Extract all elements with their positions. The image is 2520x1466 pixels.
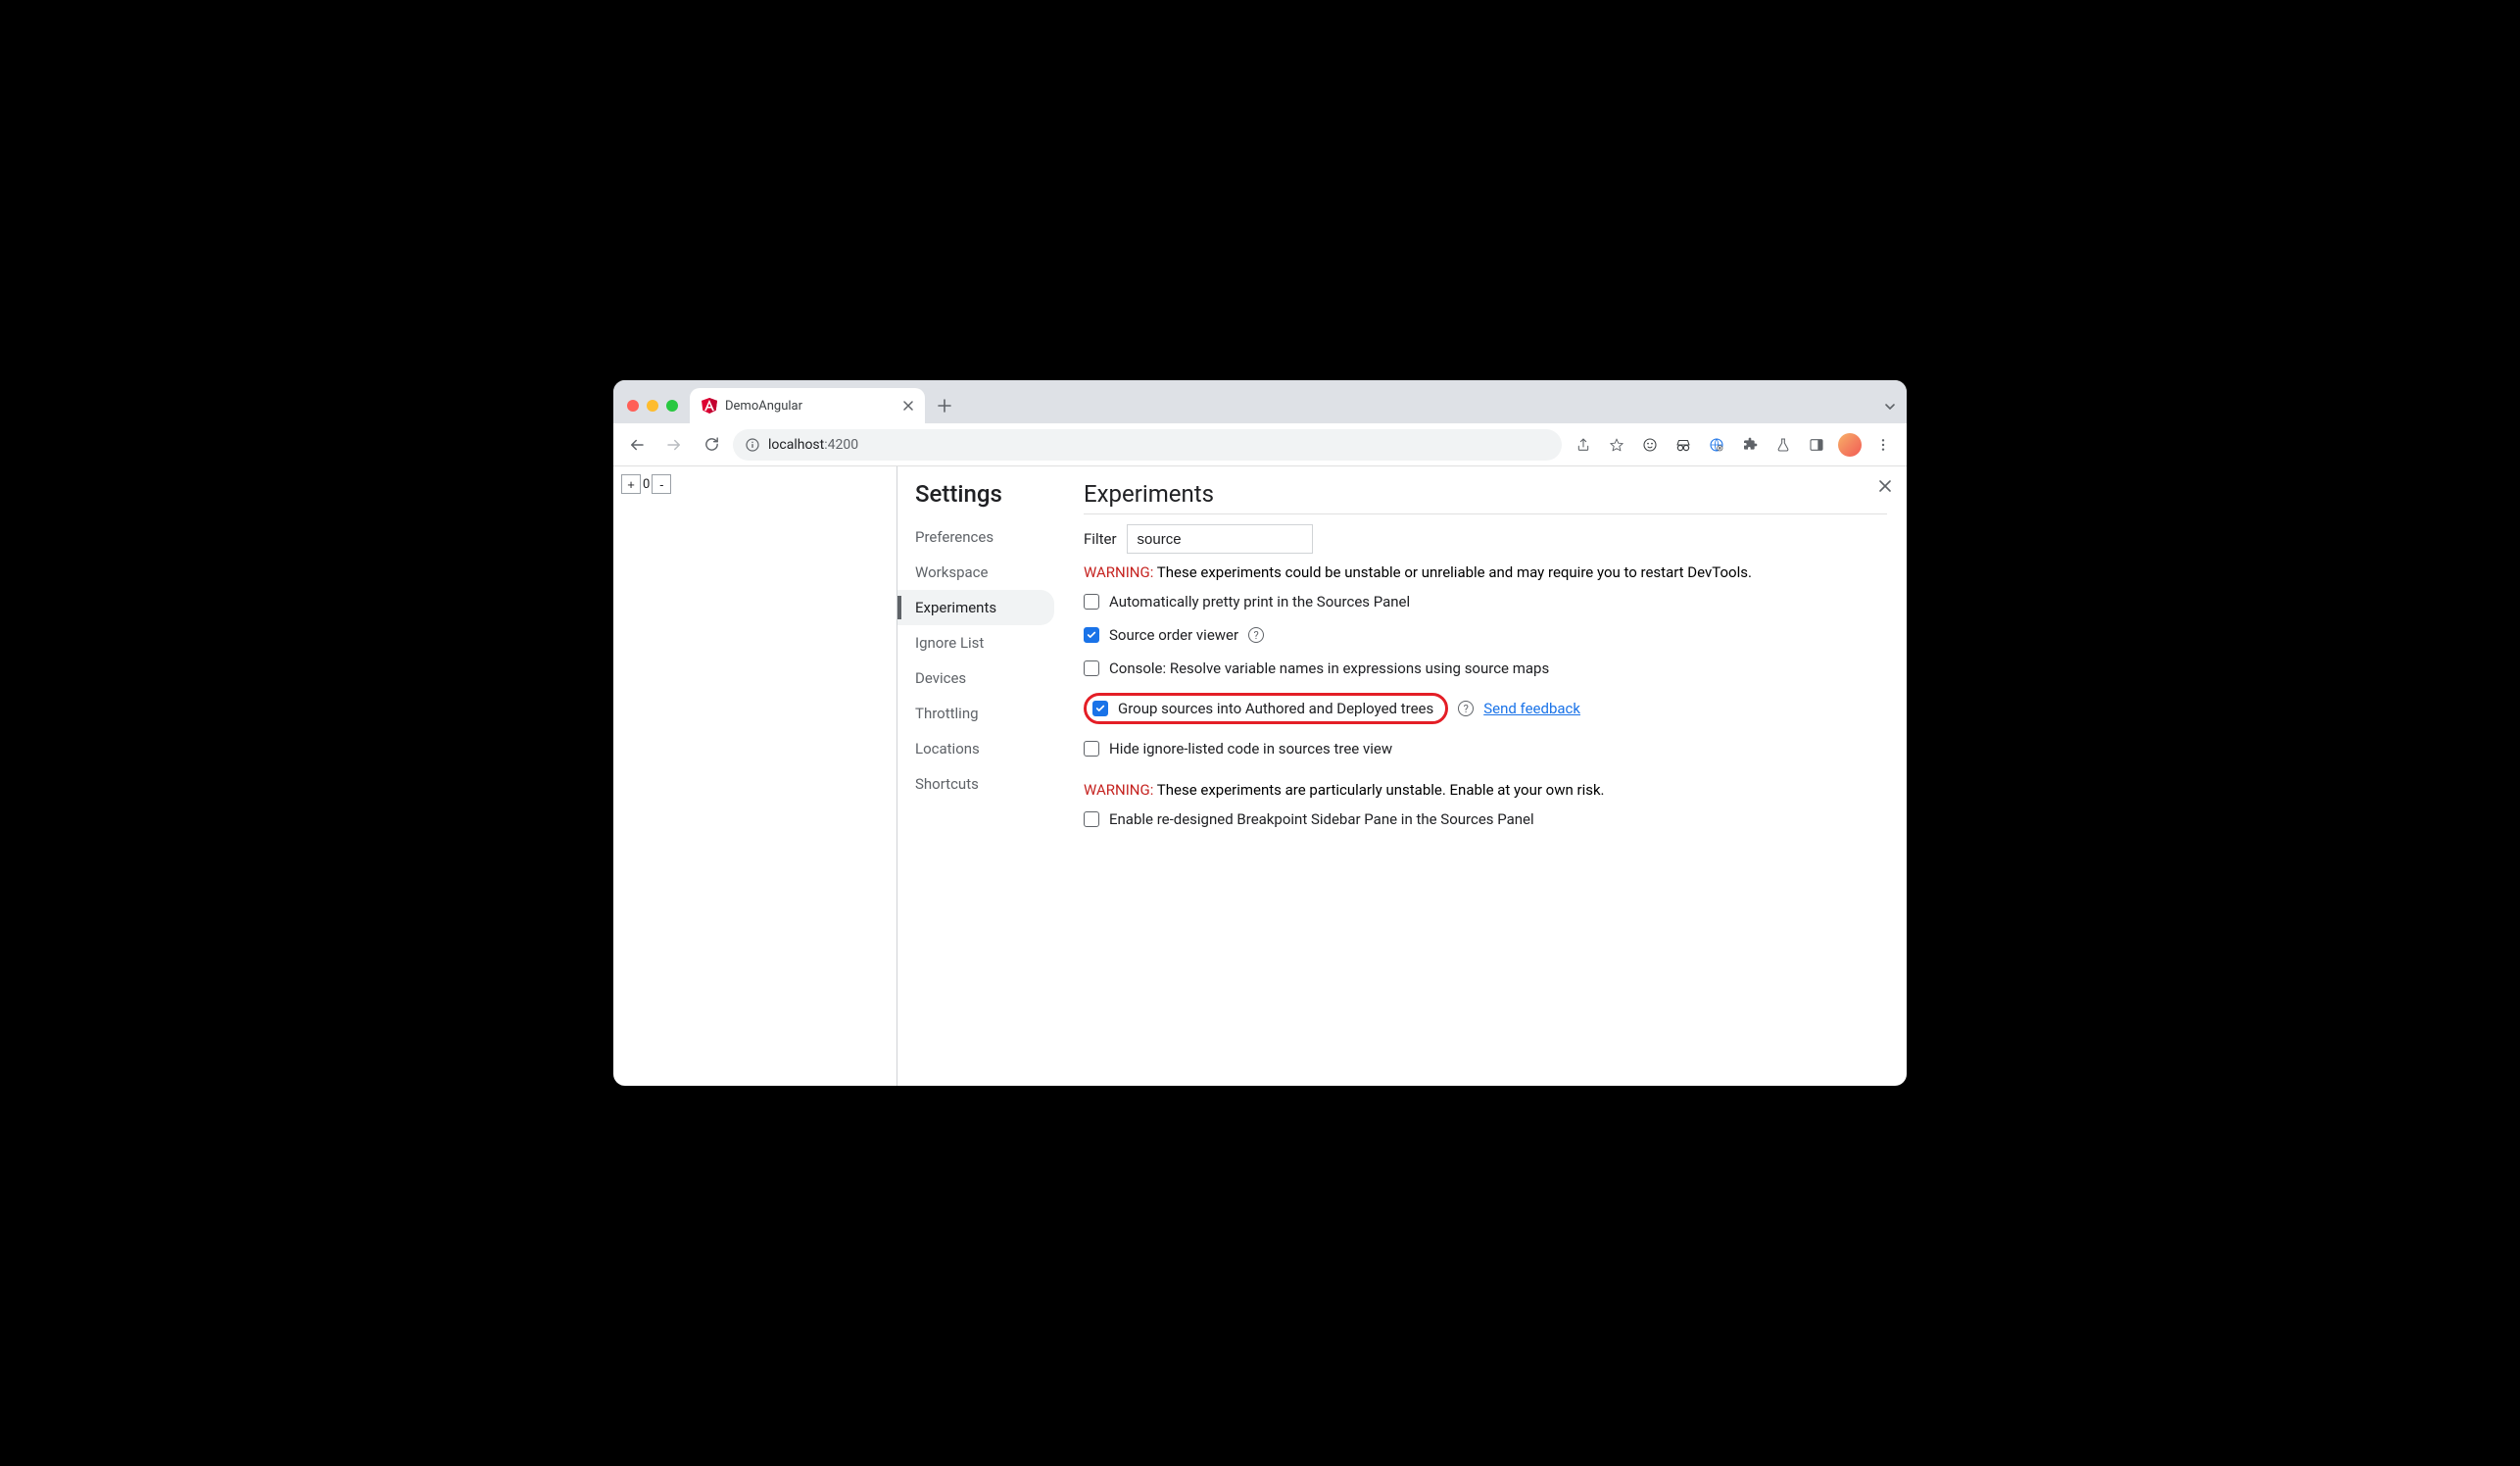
share-icon[interactable]	[1568, 429, 1599, 461]
experiment-row: Console: Resolve variable names in expre…	[1084, 660, 1887, 677]
settings-nav-item[interactable]: Locations	[915, 731, 1054, 766]
experiment-row: Group sources into Authored and Deployed…	[1084, 693, 1887, 724]
back-button[interactable]	[621, 429, 653, 461]
counter-widget: + 0 -	[621, 474, 889, 494]
address-bar[interactable]: localhost:4200	[733, 429, 1562, 461]
extension-globe-icon[interactable]	[1701, 429, 1732, 461]
site-info-icon[interactable]	[745, 437, 760, 453]
settings-nav-item[interactable]: Ignore List	[915, 625, 1054, 660]
warning-label: WARNING:	[1084, 781, 1153, 799]
extension-face-icon[interactable]	[1634, 429, 1666, 461]
bookmark-icon[interactable]	[1601, 429, 1632, 461]
experiments-heading: Experiments	[1084, 480, 1887, 508]
experiment-checkbox[interactable]	[1084, 811, 1099, 827]
experiment-checkbox[interactable]	[1084, 660, 1099, 676]
settings-nav-item[interactable]: Workspace	[915, 555, 1054, 590]
send-feedback-link[interactable]: Send feedback	[1483, 700, 1580, 717]
experiment-checkbox[interactable]	[1092, 701, 1108, 716]
filter-input[interactable]	[1127, 524, 1313, 554]
experiment-label: Source order viewer	[1109, 626, 1238, 644]
settings-nav-item[interactable]: Devices	[915, 660, 1054, 696]
settings-sidebar: Settings PreferencesWorkspaceExperiments…	[897, 466, 1054, 1086]
experiment-row: Hide ignore-listed code in sources tree …	[1084, 740, 1887, 757]
side-panel-icon[interactable]	[1801, 429, 1832, 461]
browser-tabstrip: DemoAngular	[613, 380, 1907, 423]
tab-title: DemoAngular	[725, 399, 896, 414]
experiment-label: Group sources into Authored and Deployed…	[1118, 700, 1433, 717]
page-viewport: + 0 -	[613, 466, 897, 1086]
warning-text: These experiments could be unstable or u…	[1153, 563, 1752, 581]
url-text: localhost:4200	[768, 437, 858, 453]
devtools-settings-panel: Settings PreferencesWorkspaceExperiments…	[897, 466, 1907, 1086]
browser-tab[interactable]: DemoAngular	[690, 388, 925, 423]
experiment-checkbox[interactable]	[1084, 594, 1099, 610]
decrement-button[interactable]: -	[652, 474, 671, 494]
settings-nav-item[interactable]: Experiments	[897, 590, 1054, 625]
chrome-menu-icon[interactable]	[1867, 429, 1899, 461]
new-tab-button[interactable]	[931, 392, 958, 419]
experiment-label: Automatically pretty print in the Source…	[1109, 593, 1410, 611]
increment-button[interactable]: +	[621, 474, 641, 494]
counter-value: 0	[641, 477, 652, 492]
help-icon[interactable]: ?	[1458, 701, 1474, 716]
window-minimize-button[interactable]	[647, 400, 658, 412]
experiment-checkbox[interactable]	[1084, 627, 1099, 643]
filter-label: Filter	[1084, 530, 1117, 548]
window-controls	[627, 400, 678, 412]
settings-nav-item[interactable]: Preferences	[915, 519, 1054, 555]
highlighted-experiment: Group sources into Authored and Deployed…	[1084, 693, 1448, 724]
close-settings-button[interactable]	[1873, 474, 1897, 498]
help-icon[interactable]: ?	[1248, 627, 1264, 643]
reload-button[interactable]	[696, 429, 727, 461]
experiment-row: Source order viewer?	[1084, 626, 1887, 644]
experiment-row: Enable re-designed Breakpoint Sidebar Pa…	[1084, 810, 1887, 828]
tabs-dropdown-button[interactable]	[1883, 400, 1897, 414]
experiment-row: Automatically pretty print in the Source…	[1084, 593, 1887, 611]
extensions-icon[interactable]	[1734, 429, 1766, 461]
forward-button[interactable]	[658, 429, 690, 461]
warning-label: WARNING:	[1084, 563, 1153, 581]
experiment-label: Enable re-designed Breakpoint Sidebar Pa…	[1109, 810, 1534, 828]
tab-close-button[interactable]	[903, 401, 913, 411]
settings-content: Experiments Filter WARNING: These experi…	[1054, 466, 1907, 1086]
settings-heading: Settings	[915, 480, 1054, 508]
experiment-label: Hide ignore-listed code in sources tree …	[1109, 740, 1392, 757]
warning-text: These experiments are particularly unsta…	[1153, 781, 1604, 799]
window-close-button[interactable]	[627, 400, 639, 412]
experiment-checkbox[interactable]	[1084, 741, 1099, 757]
browser-toolbar: localhost:4200	[613, 423, 1907, 466]
experiment-label: Console: Resolve variable names in expre…	[1109, 660, 1549, 677]
labs-icon[interactable]	[1768, 429, 1799, 461]
settings-nav-item[interactable]: Shortcuts	[915, 766, 1054, 802]
profile-avatar[interactable]	[1834, 429, 1866, 461]
window-zoom-button[interactable]	[666, 400, 678, 412]
incognito-icon[interactable]	[1668, 429, 1699, 461]
settings-nav-item[interactable]: Throttling	[915, 696, 1054, 731]
angular-icon	[702, 398, 717, 414]
